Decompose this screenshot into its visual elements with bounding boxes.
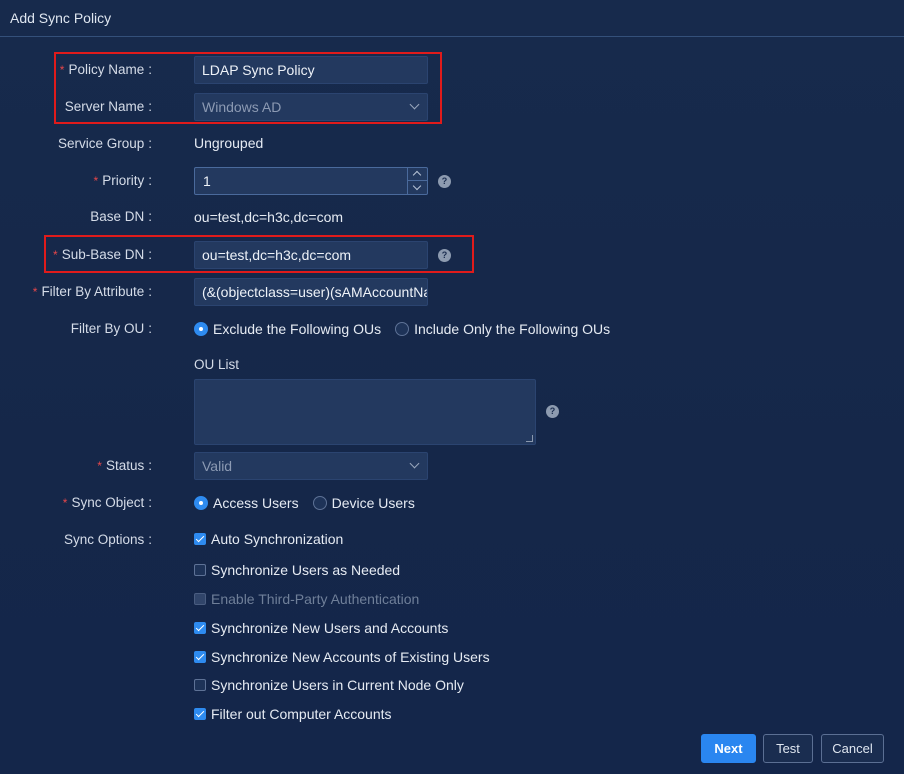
filter-ou-label: Filter By OU: [70, 321, 152, 336]
priority-label: * Priority: [93, 173, 152, 188]
checkbox-sync-as-needed[interactable]: Synchronize Users as Needed [194, 560, 400, 580]
priority-stepper[interactable]: 1 [194, 167, 428, 195]
sync-options-label: Sync Options: [63, 532, 152, 547]
stepper-arrows [407, 168, 427, 194]
sub-base-dn-row: * Sub-Base DN: ou=test,dc=h3c,dc=com ? [0, 241, 904, 269]
radio-access-users[interactable]: Access Users [194, 495, 299, 511]
dialog-header: Add Sync Policy [0, 0, 904, 37]
server-name-select[interactable]: Windows AD [194, 93, 428, 121]
server-name-label: Server Name: [64, 99, 152, 114]
help-icon[interactable]: ? [546, 405, 559, 418]
base-dn-label: Base DN: [90, 209, 152, 224]
policy-name-input[interactable]: LDAP Sync Policy [194, 56, 428, 84]
checkbox-checked-icon [194, 651, 206, 663]
filter-ou-row: Filter By OU: Exclude the Following OUs … [0, 315, 904, 343]
checkbox-checked-icon [194, 533, 206, 545]
required-mark: * [59, 63, 65, 77]
required-mark: * [97, 459, 102, 473]
checkbox-checked-icon [194, 622, 206, 634]
radio-include-only-ous[interactable]: Include Only the Following OUs [395, 321, 610, 337]
decrement-icon[interactable] [408, 181, 427, 194]
test-button[interactable]: Test [763, 734, 813, 763]
chevron-down-icon [409, 458, 420, 469]
ou-list-textarea[interactable] [194, 379, 536, 445]
checkbox-auto-sync[interactable]: Auto Synchronization [194, 529, 343, 549]
status-row: * Status: Valid [0, 452, 904, 480]
priority-row: * Priority: 1 ? [0, 167, 904, 195]
required-mark: * [62, 496, 68, 510]
checkbox-third-party-auth: Enable Third-Party Authentication [194, 589, 419, 609]
service-group-value: Ungrouped [194, 135, 264, 151]
status-select[interactable]: Valid [194, 452, 428, 480]
sub-base-dn-input[interactable]: ou=test,dc=h3c,dc=com [194, 241, 428, 269]
resize-handle-icon[interactable] [526, 435, 533, 442]
radio-exclude-ous[interactable]: Exclude the Following OUs [194, 321, 381, 337]
policy-name-row: * Policy Name: LDAP Sync Policy [0, 56, 904, 84]
priority-value: 1 [203, 173, 211, 189]
sub-base-dn-label: * Sub-Base DN: [53, 247, 152, 262]
required-mark: * [93, 174, 99, 188]
sync-object-radio-group: Access Users Device Users [194, 489, 429, 517]
checkbox-sync-new-accounts[interactable]: Synchronize New Accounts of Existing Use… [194, 647, 490, 667]
cancel-button[interactable]: Cancel [821, 734, 884, 763]
required-mark: * [32, 285, 38, 299]
sync-options-row: Sync Options: [0, 526, 904, 554]
radio-selected-icon [194, 496, 208, 510]
checkbox-unchecked-icon [194, 679, 206, 691]
checkbox-checked-icon [194, 708, 206, 720]
filter-attribute-row: * Filter By Attribute: (&(objectclass=use… [0, 278, 904, 306]
checkbox-disabled-icon [194, 593, 206, 605]
base-dn-row: Base DN: ou=test,dc=h3c,dc=com [0, 203, 904, 231]
base-dn-value: ou=test,dc=h3c,dc=com [194, 209, 344, 225]
checkbox-current-node-only[interactable]: Synchronize Users in Current Node Only [194, 675, 464, 695]
add-sync-policy-dialog: Add Sync Policy * Policy Name: LDAP Sync … [0, 0, 904, 774]
checkbox-filter-computer-accounts[interactable]: Filter out Computer Accounts [194, 704, 392, 724]
service-group-row: Service Group: Ungrouped [0, 130, 904, 158]
increment-icon[interactable] [408, 168, 427, 181]
radio-unselected-icon [395, 322, 410, 336]
sync-object-label: * Sync Object: [62, 495, 152, 510]
policy-name-label: * Policy Name: [59, 62, 152, 77]
help-icon[interactable]: ? [438, 249, 451, 262]
radio-device-users[interactable]: Device Users [312, 495, 415, 511]
radio-selected-icon [194, 322, 208, 336]
dialog-title: Add Sync Policy [10, 10, 112, 26]
help-icon[interactable]: ? [438, 175, 451, 188]
filter-attribute-input[interactable]: (&(objectclass=user)(sAMAccountNa [194, 278, 428, 306]
checkbox-sync-new-users[interactable]: Synchronize New Users and Accounts [194, 618, 448, 638]
chevron-down-icon [409, 99, 420, 110]
status-label: * Status: [97, 458, 152, 473]
radio-unselected-icon [312, 496, 327, 510]
next-button[interactable]: Next [701, 734, 756, 763]
sync-object-row: * Sync Object: Access Users Device Users [0, 489, 904, 517]
checkbox-unchecked-icon [194, 564, 206, 576]
service-group-label: Service Group: [57, 136, 152, 151]
required-mark: * [53, 248, 58, 262]
ou-list-label: OU List [194, 357, 240, 372]
filter-attribute-label: * Filter By Attribute: [32, 284, 152, 299]
filter-ou-radio-group: Exclude the Following OUs Include Only t… [194, 315, 624, 343]
server-name-row: Server Name: Windows AD [0, 93, 904, 121]
